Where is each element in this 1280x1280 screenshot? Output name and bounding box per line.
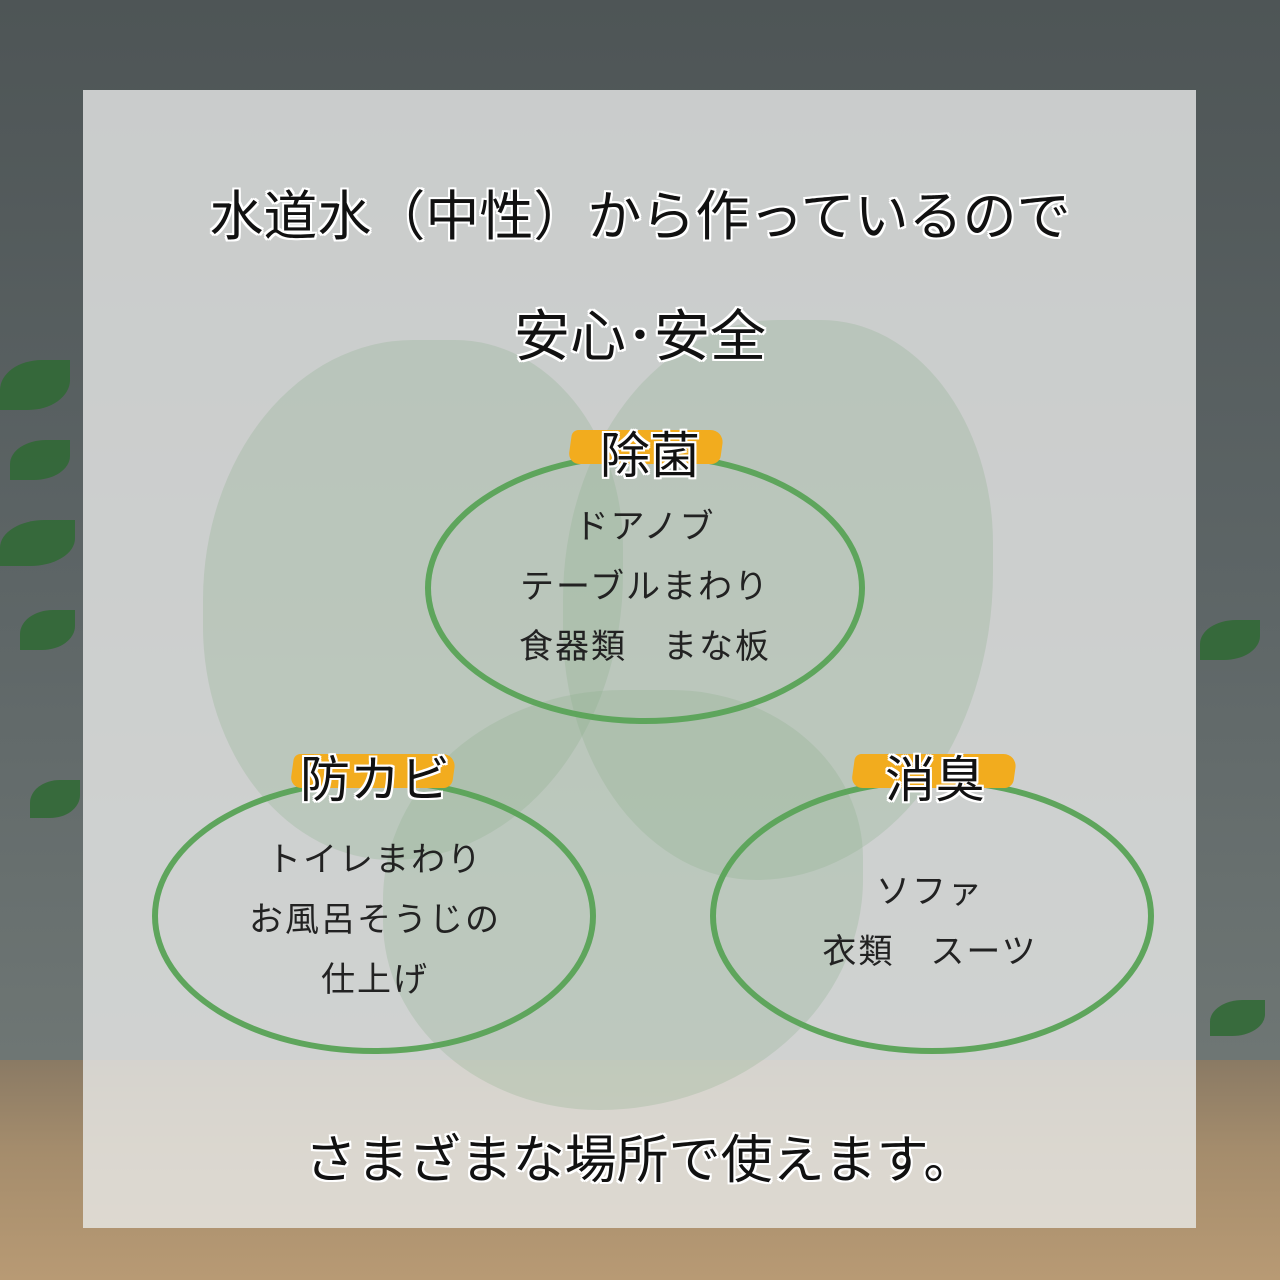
section-label-mold: 防カビ (270, 740, 480, 809)
list-item: お風呂そうじの (249, 900, 501, 940)
list-item: 衣類 スーツ (822, 932, 1038, 972)
subheadline: 安心･安全 (514, 305, 766, 370)
section-items-disinfect: ドアノブ テーブルまわり 食器類 まな板 (440, 497, 850, 677)
section-items-deodorize: ソファ 衣類 スーツ (725, 862, 1135, 982)
list-item: ソファ (876, 872, 984, 912)
headline: 水道水（中性）から作っているので (209, 185, 1071, 248)
list-item: 仕上げ (321, 960, 429, 1000)
section-title: 除菌 (600, 427, 700, 485)
section-label-deodorize: 消臭 (835, 740, 1035, 809)
list-item: ドアノブ (574, 507, 716, 547)
list-item: 食器類 まな板 (519, 627, 771, 667)
footer-text: さまざまな場所で使えます。 (304, 1131, 976, 1191)
section-items-mold: トイレまわり お風呂そうじの 仕上げ (165, 830, 585, 1010)
list-item: テーブルまわり (520, 567, 770, 607)
list-item: トイレまわり (267, 840, 483, 880)
section-title: 防カビ (300, 751, 450, 809)
section-label-disinfect: 除菌 (550, 416, 750, 485)
section-title: 消臭 (885, 751, 985, 809)
